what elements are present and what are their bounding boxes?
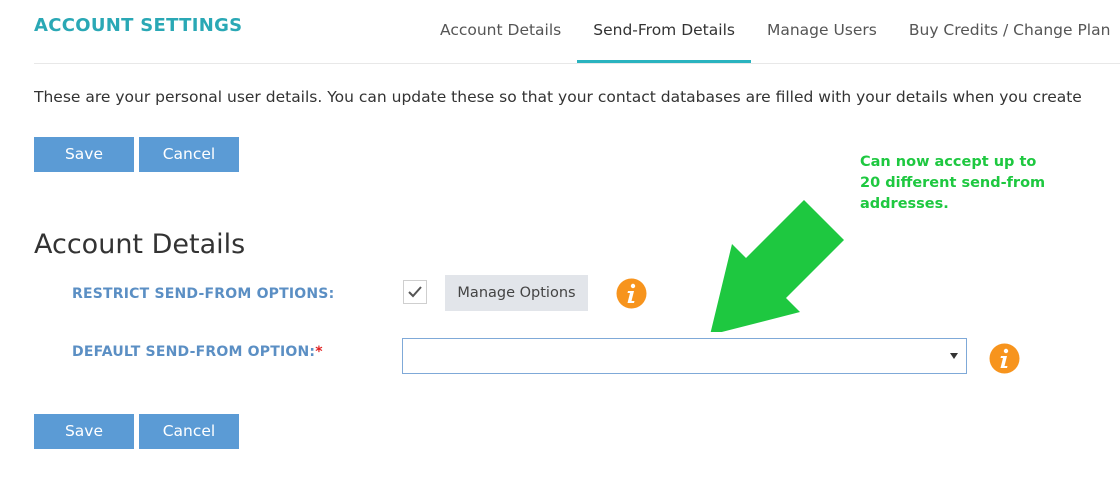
caret-down-icon — [950, 353, 958, 359]
info-icon[interactable] — [616, 278, 647, 309]
restrict-send-from-checkbox[interactable] — [403, 280, 427, 304]
tab-buy-credits[interactable]: Buy Credits / Change Plan — [893, 0, 1120, 63]
cancel-button-top[interactable]: Cancel — [139, 137, 239, 172]
annotation-note: Can now accept up to 20 different send-f… — [860, 154, 1046, 212]
tab-manage-users[interactable]: Manage Users — [751, 0, 893, 63]
restrict-send-from-label: RESTRICT SEND-FROM OPTIONS: — [72, 286, 335, 302]
green-arrow — [710, 200, 844, 332]
settings-tabs: Account Details Send-From Details Manage… — [424, 0, 1120, 63]
page-title: ACCOUNT SETTINGS — [34, 15, 243, 36]
save-button-top[interactable]: Save — [34, 137, 134, 172]
info-icon-default[interactable] — [989, 343, 1020, 374]
tab-account-details[interactable]: Account Details — [424, 0, 577, 63]
manage-options-button[interactable]: Manage Options — [445, 275, 588, 311]
save-button-bottom[interactable]: Save — [34, 414, 134, 449]
header-divider — [34, 63, 1120, 64]
default-send-from-label: DEFAULT SEND-FROM OPTION:* — [72, 344, 323, 360]
account-settings-page: ACCOUNT SETTINGS Account Details Send-Fr… — [0, 0, 1120, 480]
checkmark-icon — [408, 286, 422, 298]
cancel-button-bottom[interactable]: Cancel — [139, 414, 239, 449]
default-send-from-label-text: DEFAULT SEND-FROM OPTION: — [72, 344, 316, 360]
required-marker: * — [315, 344, 323, 360]
intro-text: These are your personal user details. Yo… — [34, 88, 1082, 106]
tab-send-from-details[interactable]: Send-From Details — [577, 0, 751, 63]
default-send-from-select[interactable] — [402, 338, 967, 374]
section-title: Account Details — [34, 229, 246, 260]
